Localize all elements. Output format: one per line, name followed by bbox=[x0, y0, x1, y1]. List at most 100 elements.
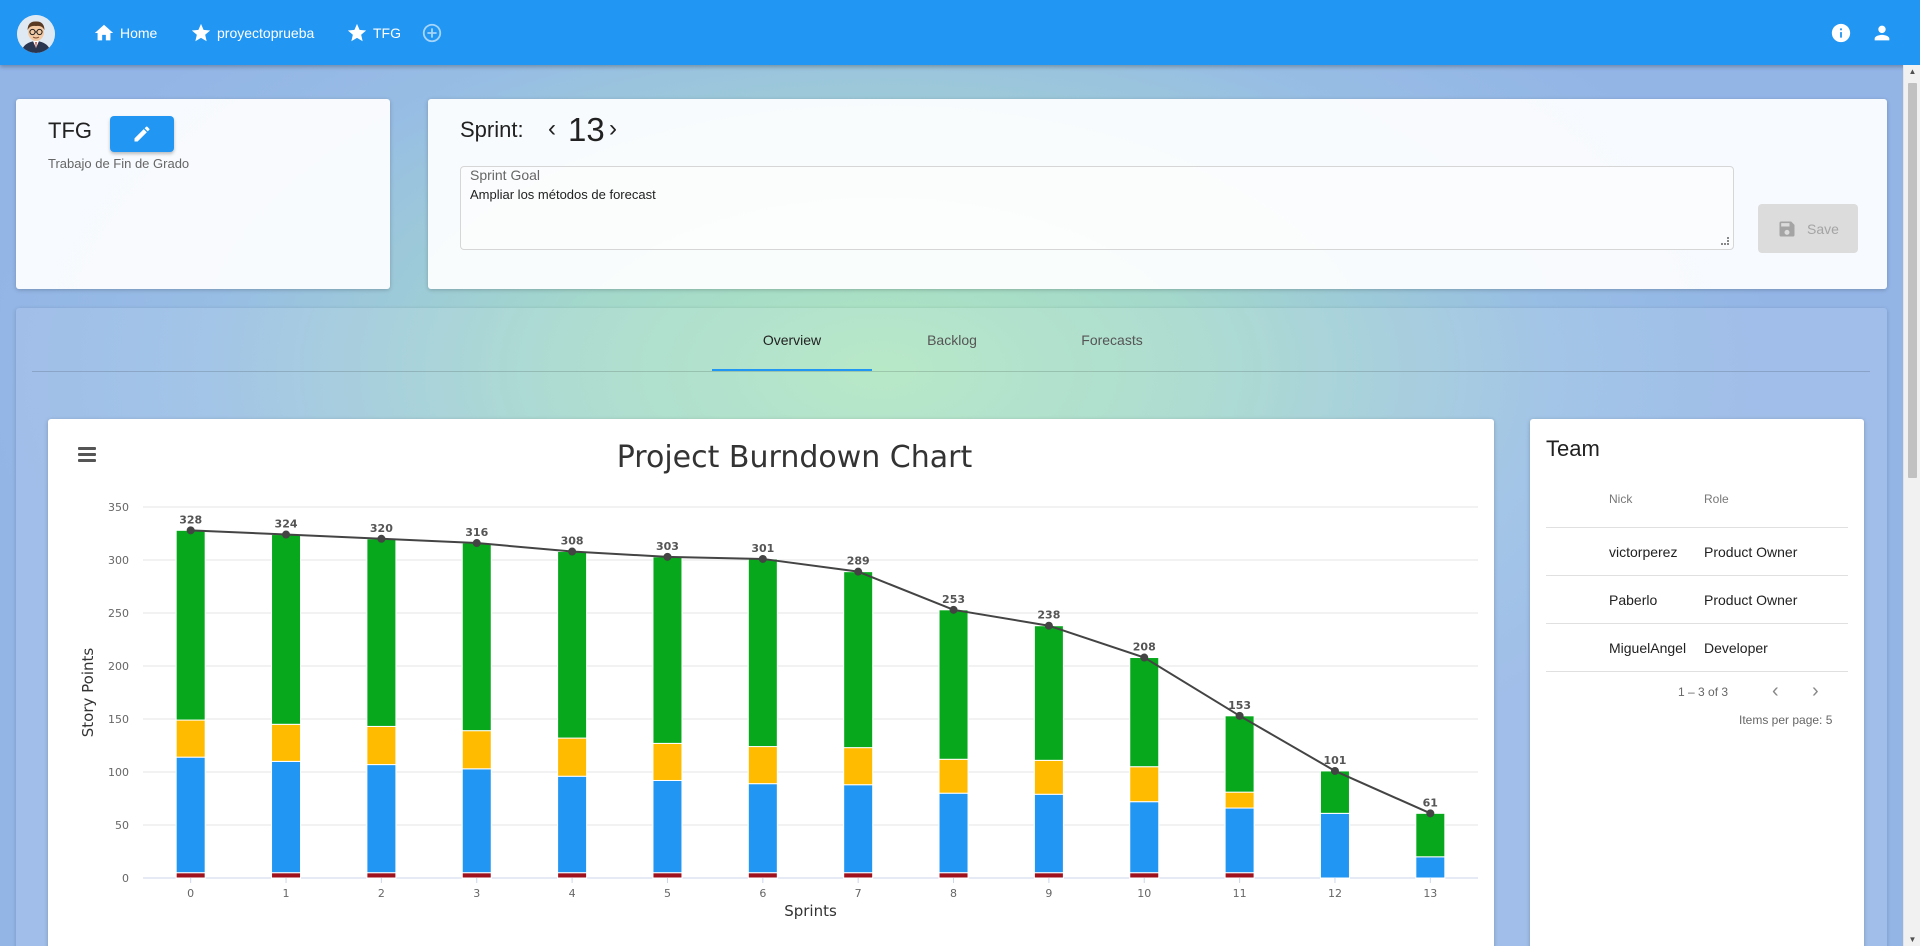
avatar[interactable] bbox=[17, 15, 55, 53]
bar-segment bbox=[271, 872, 302, 879]
burndown-point bbox=[854, 567, 863, 576]
data-label: 238 bbox=[1037, 609, 1060, 622]
home-icon bbox=[94, 24, 114, 41]
page-scrollbar[interactable]: ▲ ▼ bbox=[1903, 65, 1920, 946]
x-tick-label: 4 bbox=[569, 887, 576, 900]
project-card: TFG Trabajo de Fin de Grado bbox=[16, 99, 390, 289]
data-label: 316 bbox=[465, 526, 488, 539]
bar-segment bbox=[1224, 807, 1255, 874]
chart-title: Project Burndown Chart bbox=[617, 440, 973, 475]
next-page-button[interactable]: › bbox=[1812, 680, 1819, 703]
burndown-point bbox=[758, 554, 767, 563]
bar-segment bbox=[747, 558, 778, 748]
table-row[interactable]: victorperez Product Owner bbox=[1546, 527, 1848, 575]
column-header-nick[interactable]: Nick bbox=[1609, 492, 1632, 506]
y-axis-label: Story Points bbox=[79, 648, 97, 738]
bar-segment bbox=[938, 872, 969, 879]
project-title: TFG bbox=[48, 118, 92, 143]
add-project-button[interactable] bbox=[421, 20, 443, 46]
y-tick-label: 0 bbox=[122, 872, 129, 885]
bar-segment bbox=[1033, 793, 1064, 874]
tab-label: Overview bbox=[762, 332, 822, 348]
burndown-point bbox=[1044, 621, 1053, 630]
tabs-divider bbox=[32, 371, 1870, 372]
info-button[interactable] bbox=[1830, 22, 1852, 49]
y-tick-label: 50 bbox=[115, 819, 129, 832]
star-icon bbox=[347, 23, 367, 42]
chart-menu-icon[interactable] bbox=[78, 447, 98, 467]
column-header-role[interactable]: Role bbox=[1704, 492, 1729, 506]
bar-segment bbox=[271, 534, 302, 725]
bar-segment bbox=[747, 783, 778, 874]
tab-forecasts[interactable]: Forecasts bbox=[1032, 308, 1192, 372]
burndown-point bbox=[949, 605, 958, 614]
account-button[interactable] bbox=[1871, 22, 1893, 49]
scroll-up-arrow[interactable]: ▲ bbox=[1908, 67, 1917, 76]
bar-segment bbox=[1224, 791, 1255, 809]
bar-segment bbox=[1129, 657, 1160, 768]
burndown-point bbox=[1235, 711, 1244, 720]
next-sprint-button[interactable]: › bbox=[609, 115, 617, 143]
bar-segment bbox=[461, 542, 492, 732]
x-tick-label: 7 bbox=[855, 887, 862, 900]
burndown-chart: Project Burndown Chart050100150200250300… bbox=[79, 440, 1478, 920]
bar-segment bbox=[1319, 812, 1350, 879]
nav-project-proyectoprueba[interactable]: proyectoprueba bbox=[190, 20, 314, 46]
y-tick-label: 100 bbox=[108, 766, 129, 779]
member-nick: victorperez bbox=[1609, 544, 1678, 560]
edit-project-button[interactable] bbox=[110, 116, 174, 152]
bar-segment bbox=[1224, 715, 1255, 793]
save-button[interactable]: Save bbox=[1758, 204, 1858, 253]
x-tick-label: 12 bbox=[1328, 887, 1342, 900]
top-app-bar: Home proyectoprueba TFG bbox=[0, 0, 1920, 65]
bar-segment bbox=[652, 556, 683, 744]
burndown-point bbox=[186, 526, 195, 535]
items-per-page-value[interactable]: 5 bbox=[1826, 713, 1833, 727]
y-tick-label: 200 bbox=[108, 660, 129, 673]
bar-segment bbox=[938, 758, 969, 794]
tab-backlog[interactable]: Backlog bbox=[872, 308, 1032, 372]
account-icon bbox=[1874, 25, 1890, 41]
x-tick-label: 9 bbox=[1045, 887, 1052, 900]
nav-home[interactable]: Home bbox=[93, 20, 157, 46]
sprint-goal-field[interactable]: Sprint Goal Ampliar los métodos de forec… bbox=[460, 166, 1734, 250]
bar-segment bbox=[366, 725, 397, 766]
bar-segment bbox=[175, 719, 206, 758]
tab-overview[interactable]: Overview bbox=[712, 308, 872, 372]
sprint-goal-text[interactable]: Ampliar los métodos de forecast bbox=[470, 187, 656, 202]
bar-segment bbox=[366, 764, 397, 874]
table-row[interactable]: MiguelAngel Developer bbox=[1546, 623, 1848, 671]
bar-segment bbox=[843, 872, 874, 879]
previous-sprint-button[interactable]: ‹ bbox=[548, 115, 556, 143]
bar-segment bbox=[1415, 812, 1446, 858]
bar-segment bbox=[1129, 872, 1160, 879]
save-label: Save bbox=[1807, 220, 1839, 237]
scroll-down-arrow[interactable]: ▼ bbox=[1908, 935, 1917, 944]
bar-segment bbox=[175, 872, 206, 879]
save-icon bbox=[1779, 221, 1795, 236]
data-label: 153 bbox=[1228, 699, 1251, 712]
avatar-illustration bbox=[17, 15, 55, 53]
bar-segment bbox=[747, 872, 778, 879]
pagination-range: 1 – 3 of 3 bbox=[1678, 685, 1729, 699]
x-tick-label: 2 bbox=[378, 887, 385, 900]
x-tick-label: 5 bbox=[664, 887, 671, 900]
bar-segment bbox=[843, 571, 874, 749]
items-per-page: Items per page: 5 bbox=[1739, 713, 1832, 727]
x-tick-label: 1 bbox=[283, 887, 290, 900]
burndown-point bbox=[568, 547, 577, 556]
bar-segment bbox=[271, 760, 302, 874]
burndown-chart-card: Project Burndown Chart 0 50 100 150 200 250 300… bbox=[48, 419, 1494, 946]
burndown-point bbox=[1330, 766, 1339, 775]
table-row[interactable]: Paberlo Product Owner bbox=[1546, 575, 1848, 623]
nav-project-label: proyectoprueba bbox=[217, 25, 315, 41]
x-axis-label: Sprints bbox=[784, 902, 837, 920]
nav-project-tfg[interactable]: TFG bbox=[346, 20, 401, 46]
tab-label: Backlog bbox=[927, 332, 977, 348]
member-nick: MiguelAngel bbox=[1609, 640, 1687, 656]
burndown-point bbox=[472, 539, 481, 548]
scrollbar-thumb[interactable] bbox=[1908, 83, 1917, 478]
previous-page-button[interactable]: ‹ bbox=[1772, 680, 1779, 703]
resize-handle[interactable] bbox=[1721, 237, 1729, 245]
pencil-icon bbox=[134, 126, 150, 142]
